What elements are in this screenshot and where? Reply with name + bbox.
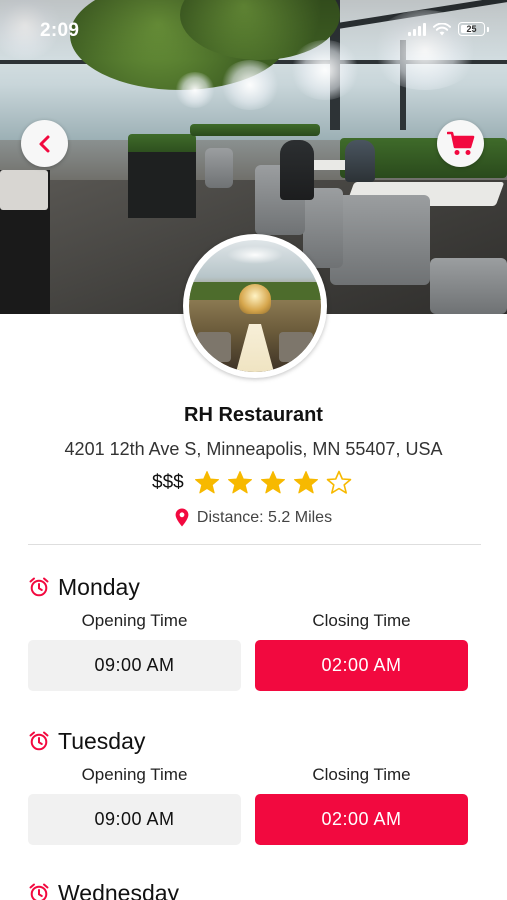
cellular-signal-icon [408, 22, 426, 36]
battery-icon: 25 [458, 22, 485, 36]
alarm-clock-icon [29, 883, 49, 900]
opening-time-field[interactable]: 09:00 AM [28, 794, 241, 845]
distance-label: Distance: 5.2 Miles [196, 508, 333, 526]
day-name: Wednesday [58, 879, 180, 900]
divider [28, 544, 481, 545]
shopping-cart-icon [446, 131, 474, 155]
location-pin-icon [175, 508, 189, 527]
star-outline-icon [326, 470, 352, 494]
alarm-clock-icon [29, 577, 49, 597]
day-tuesday: Tuesday Opening Time Closing Time 09:00 … [28, 726, 468, 845]
battery-level: 25 [466, 24, 477, 34]
day-name: Tuesday [58, 727, 146, 754]
star-filled-icon [194, 471, 219, 494]
restaurant-address: 4201 12th Ave S, Minneapolis, MN 55407, … [64, 439, 443, 459]
star-rating [194, 470, 352, 496]
closing-time-label: Closing Time [312, 765, 411, 784]
closing-time-label: Closing Time [312, 611, 411, 630]
opening-time-label: Opening Time [81, 765, 188, 784]
wifi-icon [433, 22, 451, 35]
star-filled-icon [260, 471, 285, 494]
opening-time-label: Opening Time [81, 611, 188, 630]
closing-time-field[interactable]: 02:00 AM [255, 640, 468, 691]
alarm-clock-icon [29, 731, 49, 751]
price-rating-row: $$$ [152, 470, 352, 496]
restaurant-avatar [183, 234, 327, 378]
day-monday: Monday Opening Time Closing Time 09:00 A… [28, 572, 468, 691]
chevron-left-icon [39, 135, 49, 152]
star-filled-icon [293, 471, 318, 494]
star-filled-icon [227, 471, 252, 494]
back-button[interactable] [21, 120, 68, 167]
closing-time-field[interactable]: 02:00 AM [255, 794, 468, 845]
day-name: Monday [58, 573, 140, 600]
price-level: $$$ [152, 472, 184, 493]
restaurant-name: RH Restaurant [184, 404, 323, 426]
distance-row: Distance: 5.2 Miles [0, 508, 507, 527]
status-icons: 25 [408, 22, 489, 36]
day-wednesday: Wednesday [28, 878, 468, 900]
opening-time-field[interactable]: 09:00 AM [28, 640, 241, 691]
cart-button[interactable] [437, 120, 484, 167]
status-time: 2:09 [40, 20, 80, 41]
